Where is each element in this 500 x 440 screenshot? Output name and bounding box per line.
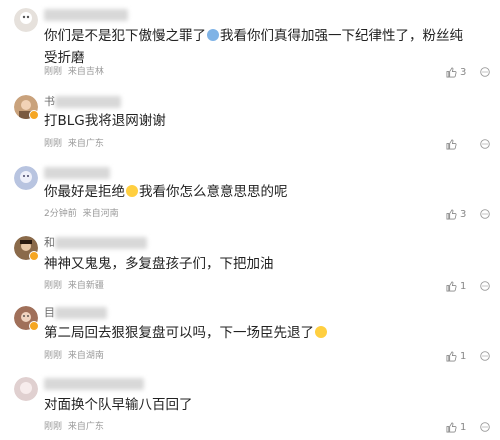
comment-time: 刚刚 xyxy=(44,67,63,77)
comment-actions: 1 xyxy=(446,349,490,363)
comment-time: 刚刚 xyxy=(44,281,63,291)
username[interactable]: 和 xyxy=(44,236,147,250)
comment-location: 来自湖南 xyxy=(67,351,104,361)
like-count: 1 xyxy=(460,280,467,292)
comment-meta: 刚刚 来自新疆 xyxy=(44,280,104,292)
emoji-icon xyxy=(207,29,219,41)
like-count: 3 xyxy=(460,208,467,220)
username[interactable] xyxy=(44,8,128,22)
comment-meta: 刚刚 来自吉林 xyxy=(44,66,104,78)
thumbs-up-icon[interactable] xyxy=(446,67,457,78)
comment-time: 刚刚 xyxy=(44,422,63,432)
verified-badge-icon xyxy=(29,110,39,120)
more-options-icon[interactable] xyxy=(480,67,490,77)
username[interactable] xyxy=(44,166,110,180)
comment-actions: 3 xyxy=(446,65,490,79)
username[interactable]: 目 xyxy=(44,306,107,320)
comment-actions: 3 xyxy=(446,207,490,221)
verified-badge-icon xyxy=(29,251,39,261)
comment-time: 刚刚 xyxy=(44,351,63,361)
like-count: 1 xyxy=(460,350,467,362)
more-options-icon[interactable] xyxy=(480,209,490,219)
comment-text: 打BLG我将退网谢谢 xyxy=(44,113,166,129)
verified-badge-icon xyxy=(29,321,39,331)
comment-meta: 2分钟前 来自河南 xyxy=(44,208,119,220)
comment-location: 来自广东 xyxy=(67,139,104,149)
thumbs-up-icon[interactable] xyxy=(446,422,457,433)
comment-actions xyxy=(446,137,490,151)
comment-text: 神神又鬼鬼，多复盘孩子们，下把加油 xyxy=(44,256,274,272)
comment-time: 2分钟前 xyxy=(44,209,77,219)
thumbs-up-icon[interactable] xyxy=(446,281,457,292)
avatar[interactable] xyxy=(14,8,38,32)
comment-location: 来自吉林 xyxy=(67,67,104,77)
comment-text: 你最好是拒绝 我看你怎么意意思思的呢 xyxy=(44,184,288,200)
more-options-icon[interactable] xyxy=(480,281,490,291)
username[interactable] xyxy=(44,377,144,391)
comment-text: 对面换个队早输八百回了 xyxy=(44,397,193,413)
comment-location: 来自广东 xyxy=(67,422,104,432)
thumbs-up-icon[interactable] xyxy=(446,209,457,220)
comment-meta: 刚刚 来自湖南 xyxy=(44,350,104,362)
comment-actions: 1 xyxy=(446,420,490,434)
comment-text: 第二局回去狠狠复盘可以吗，下一场臣先退了 xyxy=(44,322,474,344)
comment-meta: 刚刚 来自广东 xyxy=(44,138,104,150)
thumbs-up-icon[interactable] xyxy=(446,139,457,150)
comment-time: 刚刚 xyxy=(44,139,63,149)
comment-location: 来自新疆 xyxy=(67,281,104,291)
comment-actions: 1 xyxy=(446,279,490,293)
emoji-icon xyxy=(126,185,138,197)
more-options-icon[interactable] xyxy=(480,422,490,432)
avatar[interactable] xyxy=(14,377,38,401)
comment-text: 你们是不是犯下傲慢之罪了 我看你们真得加强一下纪律性了，粉丝纯受折磨 xyxy=(44,28,463,66)
like-count: 3 xyxy=(460,66,467,78)
comment-location: 来自河南 xyxy=(82,209,119,219)
username[interactable]: 书 xyxy=(44,95,121,109)
more-options-icon[interactable] xyxy=(480,139,490,149)
more-options-icon[interactable] xyxy=(480,351,490,361)
like-count: 1 xyxy=(460,421,467,433)
comment-meta: 刚刚 来自广东 xyxy=(44,421,104,433)
avatar[interactable] xyxy=(14,166,38,190)
thumbs-up-icon[interactable] xyxy=(446,351,457,362)
emoji-icon xyxy=(315,326,327,338)
